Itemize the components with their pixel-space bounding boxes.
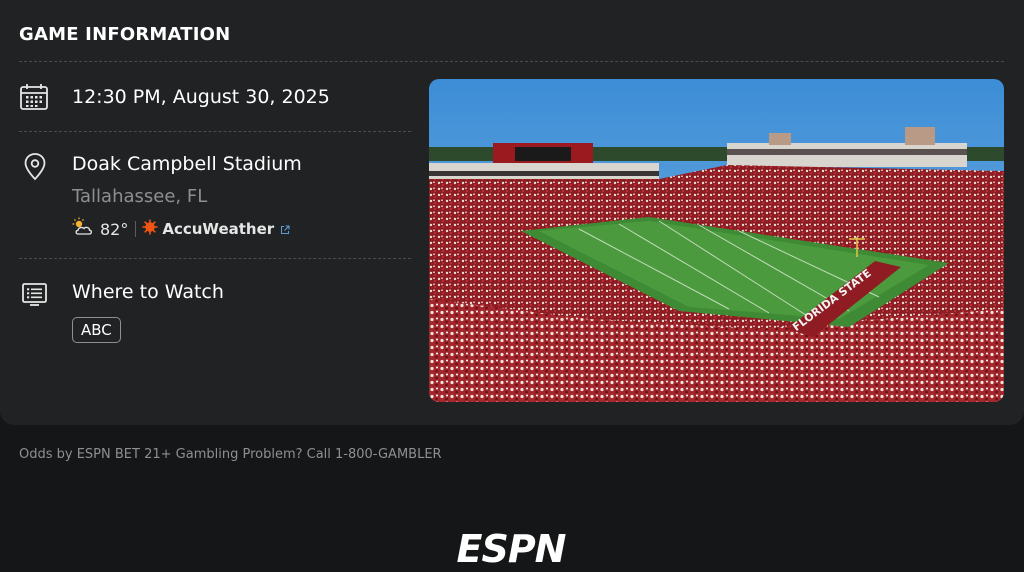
venue-name: Doak Campbell Stadium [72, 153, 302, 175]
odds-disclaimer: Odds by ESPN BET 21+ Gambling Problem? C… [19, 447, 442, 462]
accuweather-link[interactable]: AccuWeather [162, 220, 274, 238]
title-divider [19, 61, 1004, 62]
tv-listing-icon [20, 279, 50, 309]
venue-location: Tallahassee, FL [72, 186, 208, 207]
external-link-icon[interactable] [280, 220, 290, 239]
espn-logo-text: ESPN [457, 528, 566, 568]
weather-separator [135, 221, 137, 237]
partly-cloudy-icon [72, 217, 94, 241]
row-divider [19, 131, 411, 132]
row-divider [19, 258, 411, 259]
espn-logo[interactable]: ESPN [438, 527, 584, 571]
game-information-card: GAME INFORMATION 12:30 PM, August 30, 20… [0, 0, 1024, 425]
location-pin-icon [20, 151, 50, 181]
network-badge: ABC [72, 317, 121, 343]
game-datetime: 12:30 PM, August 30, 2025 [72, 86, 330, 108]
weather-info: 82° AccuWeather [72, 217, 290, 241]
where-to-watch-label: Where to Watch [72, 281, 224, 303]
stadium-photo: FLORIDA STATE [429, 79, 1004, 402]
card-title: GAME INFORMATION [19, 24, 231, 45]
temperature: 82° [100, 219, 129, 239]
accuweather-logo-icon [142, 219, 158, 239]
calendar-icon [19, 82, 49, 112]
